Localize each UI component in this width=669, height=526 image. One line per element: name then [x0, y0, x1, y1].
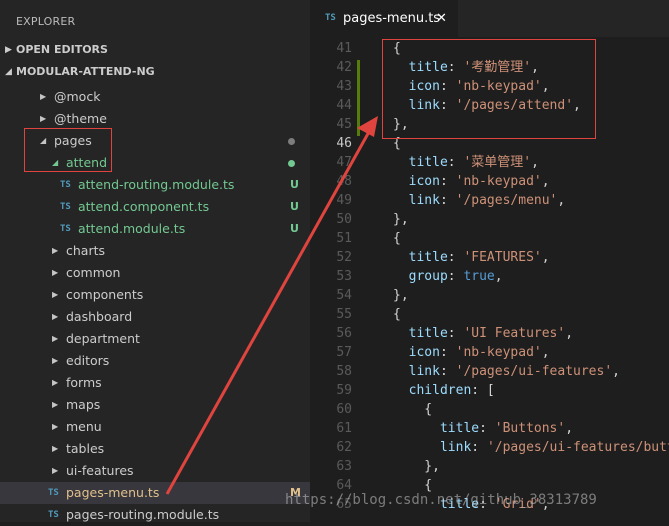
annotation-arrow — [165, 116, 378, 495]
arrow-shaft — [165, 129, 372, 495]
watermark: https://blog.csdn.net/github_38313789 — [285, 492, 597, 508]
